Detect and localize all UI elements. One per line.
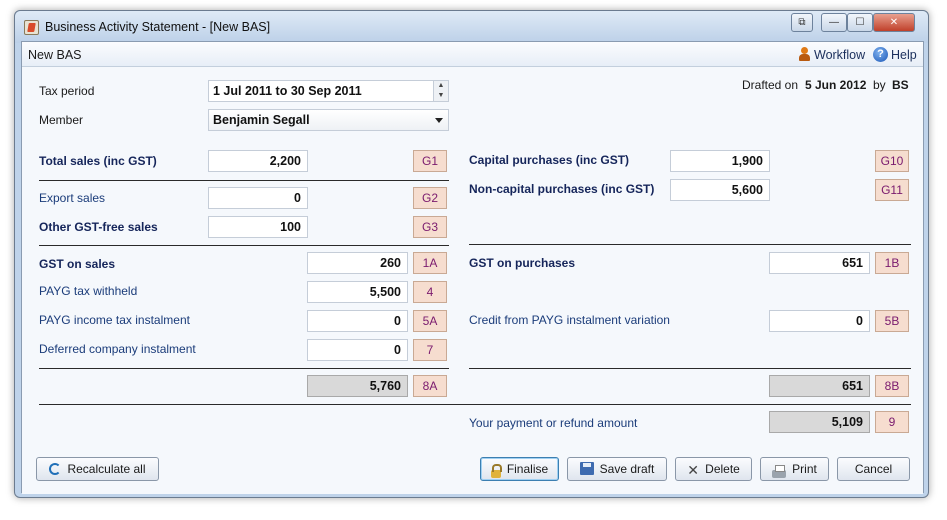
bas-panel: New BAS Workflow ? Help Tax period 1 Jul…	[21, 41, 924, 494]
window-title: Business Activity Statement - [New BAS]	[45, 20, 271, 34]
printer-icon	[772, 465, 787, 478]
divider	[39, 245, 449, 246]
total-sales-field[interactable]: 2,200	[208, 150, 308, 172]
save-icon	[579, 462, 594, 475]
deferred-instalment-label: Deferred company instalment	[39, 342, 196, 356]
payment-amount-field: 5,109	[769, 411, 870, 433]
export-sales-label: Export sales	[39, 191, 106, 205]
payg-instalment-field[interactable]: 0	[307, 310, 408, 332]
5b-code-badge: 5B	[875, 310, 909, 332]
g10-code-badge: G10	[875, 150, 909, 172]
non-capital-purchases-label: Non-capital purchases (inc GST)	[469, 182, 655, 196]
g2-code-badge: G2	[413, 187, 447, 209]
member-value: Benjamin Segall	[213, 113, 310, 127]
4-code-badge: 4	[413, 281, 447, 303]
recalculate-icon	[49, 463, 62, 475]
export-sales-field[interactable]: 0	[208, 187, 308, 209]
1b-code-badge: 1B	[875, 252, 909, 274]
left-total-field: 5,760	[307, 375, 408, 397]
lock-icon	[490, 464, 502, 478]
workflow-person-icon[interactable]	[798, 47, 812, 62]
g3-code-badge: G3	[413, 216, 447, 238]
gst-on-sales-field[interactable]: 260	[307, 252, 408, 274]
panel-header: New BAS Workflow ? Help	[22, 42, 923, 67]
member-dropdown[interactable]: Benjamin Segall	[208, 109, 449, 131]
recalculate-all-button[interactable]: Recalculate all	[36, 457, 159, 481]
close-button[interactable]: ✕	[873, 13, 915, 32]
payg-withheld-label: PAYG tax withheld	[39, 284, 138, 298]
tax-period-spinner[interactable]: ▲ ▼	[433, 81, 448, 101]
divider	[39, 404, 911, 405]
help-icon[interactable]: ?	[873, 47, 888, 62]
bas-form: Tax period 1 Jul 2011 to 30 Sep 2011 ▲ ▼ …	[22, 67, 923, 494]
capital-purchases-label: Capital purchases (inc GST)	[469, 153, 630, 167]
workflow-link[interactable]: Workflow	[814, 48, 865, 62]
non-capital-purchases-field[interactable]: 5,600	[670, 179, 770, 201]
finalise-button[interactable]: Finalise	[480, 457, 559, 481]
minimize-button[interactable]: —	[821, 13, 847, 32]
drafted-by-value: BS	[892, 78, 909, 92]
payment-label: Your payment or refund amount	[469, 416, 638, 430]
restore-window-icon[interactable]: ⧉	[791, 13, 813, 32]
gst-on-purchases-field[interactable]: 651	[769, 252, 870, 274]
credit-payg-label: Credit from PAYG instalment variation	[469, 313, 670, 327]
maximize-button[interactable]: ☐	[847, 13, 873, 32]
payg-withheld-field[interactable]: 5,500	[307, 281, 408, 303]
total-sales-label: Total sales (inc GST)	[39, 154, 157, 168]
payg-instalment-label: PAYG income tax instalment	[39, 313, 190, 327]
divider	[469, 244, 911, 245]
credit-payg-field[interactable]: 0	[769, 310, 870, 332]
right-total-field: 651	[769, 375, 870, 397]
9-code-badge: 9	[875, 411, 909, 433]
g11-code-badge: G11	[875, 179, 909, 201]
7-code-badge: 7	[413, 339, 447, 361]
bas-window: Business Activity Statement - [New BAS] …	[14, 10, 929, 498]
delete-button[interactable]: ✕ Delete	[675, 457, 752, 481]
other-gst-free-field[interactable]: 100	[208, 216, 308, 238]
tax-period-field[interactable]: 1 Jul 2011 to 30 Sep 2011 ▲ ▼	[208, 80, 449, 102]
divider	[469, 368, 911, 369]
8a-code-badge: 8A	[413, 375, 447, 397]
deferred-instalment-field[interactable]: 0	[307, 339, 408, 361]
gst-on-sales-label: GST on sales	[39, 257, 116, 271]
tax-period-label: Tax period	[39, 84, 95, 98]
capital-purchases-field[interactable]: 1,900	[670, 150, 770, 172]
panel-title: New BAS	[28, 48, 82, 62]
g1-code-badge: G1	[413, 150, 447, 172]
delete-x-icon: ✕	[687, 462, 700, 478]
print-button[interactable]: Print	[760, 457, 829, 481]
cancel-button[interactable]: Cancel	[837, 457, 910, 481]
title-bar[interactable]: Business Activity Statement - [New BAS] …	[15, 11, 928, 43]
other-gst-free-label: Other GST-free sales	[39, 220, 158, 234]
divider	[39, 180, 449, 181]
1a-code-badge: 1A	[413, 252, 447, 274]
tax-period-value: 1 Jul 2011 to 30 Sep 2011	[213, 84, 362, 98]
drafted-on-label: Drafted on	[742, 78, 799, 92]
gst-on-purchases-label: GST on purchases	[469, 256, 576, 270]
drafted-by-label: by	[873, 78, 886, 92]
drafted-on-date: 5 Jun 2012	[805, 78, 867, 92]
save-draft-button[interactable]: Save draft	[567, 457, 667, 481]
app-icon	[24, 20, 39, 35]
help-link[interactable]: Help	[891, 48, 917, 62]
divider	[39, 368, 449, 369]
chevron-down-icon	[435, 118, 443, 123]
member-label: Member	[39, 113, 84, 127]
8b-code-badge: 8B	[875, 375, 909, 397]
5a-code-badge: 5A	[413, 310, 447, 332]
